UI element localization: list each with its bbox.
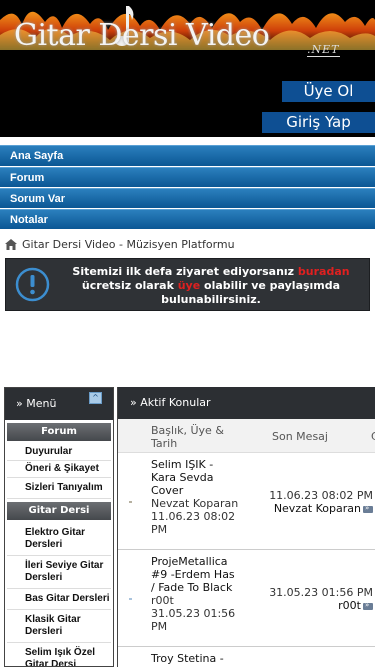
site-header: Gitar Dersi Video .NET Üye Ol Giriş Yap: [0, 0, 375, 137]
sidebar-link-bas-gitar[interactable]: Bas Gitar Dersleri: [7, 589, 111, 610]
sidebar-link-oneri-sikayet[interactable]: Öneri & Şikayet: [7, 461, 111, 478]
column-header-extra[interactable]: C: [371, 430, 375, 443]
topic-row[interactable]: ProjeMetallica #9 -Erdem Has / Fade To B…: [118, 550, 375, 647]
sidebar-section-gitar-dersi: Gitar Dersi: [7, 502, 111, 520]
sidebar-link-duyurular[interactable]: Duyurular: [7, 444, 111, 461]
register-button[interactable]: Üye Ol: [282, 81, 375, 102]
topic-author[interactable]: r00t: [151, 594, 239, 607]
home-icon[interactable]: [5, 238, 17, 250]
go-to-last-icon[interactable]: [363, 599, 373, 612]
sidebar-title: » Menü: [16, 397, 57, 410]
last-post-user[interactable]: Nevzat Koparan: [274, 502, 361, 515]
last-post-date: 11.06.23 08:02 PM: [269, 489, 373, 502]
sidebar-link-selim-isik[interactable]: Selim Işık Özel Gitar Dersi: [7, 643, 111, 666]
alert-icon: [15, 267, 50, 302]
sidebar-link-klasik-gitar[interactable]: Klasik Gitar Dersleri: [7, 610, 111, 643]
topic-info: Troy Stetina -: [151, 652, 239, 665]
site-logo[interactable]: Gitar Dersi Video: [14, 18, 270, 53]
topics-header: » Aktif Konular: [118, 387, 375, 419]
topic-status-icon: [129, 598, 132, 600]
topic-title[interactable]: ProjeMetallica #9 -Erdem Has / Fade To B…: [151, 555, 239, 594]
nav-item-notalar[interactable]: Notalar: [0, 209, 375, 229]
breadcrumb-text[interactable]: Gitar Dersi Video - Müzisyen Platformu: [22, 238, 235, 251]
nav-item-home[interactable]: Ana Sayfa: [0, 145, 375, 166]
column-header-title[interactable]: Başlık, Üye & Tarih: [151, 424, 246, 450]
notice-link-member[interactable]: üye: [178, 279, 200, 292]
nav-item-sorum-var[interactable]: Sorum Var: [0, 188, 375, 208]
sidebar-link-ileri-seviye[interactable]: İleri Seviye Gitar Dersleri: [7, 556, 111, 589]
topic-row[interactable]: Selim IŞIK - Kara Sevda Cover Nevzat Kop…: [118, 453, 375, 550]
breadcrumb: Gitar Dersi Video - Müzisyen Platformu: [5, 237, 235, 251]
topic-title[interactable]: Selim IŞIK - Kara Sevda Cover: [151, 458, 239, 497]
topic-date: 11.06.23 08:02 PM: [151, 510, 236, 536]
site-logo-suffix: .NET: [307, 43, 340, 57]
sidebar-header: » Menü ^: [5, 388, 113, 420]
main-nav: Ana Sayfa Forum Sorum Var Notalar: [0, 145, 375, 230]
topic-title[interactable]: Troy Stetina -: [151, 652, 239, 665]
topic-info: Selim IŞIK - Kara Sevda Cover Nevzat Kop…: [151, 458, 239, 536]
notice-part-1: Sitemizi ilk defa ziyaret ediyorsanız: [72, 265, 298, 278]
topic-last-post: 31.05.23 01:56 PM r00t: [253, 586, 373, 612]
go-to-last-icon[interactable]: [363, 502, 373, 515]
topics-column-headers: Başlık, Üye & Tarih Son Mesaj C: [118, 419, 375, 453]
sidebar-section-forum: Forum: [7, 423, 111, 441]
sidebar-menu: » Menü ^ Forum Duyurular Öneri & Şikayet…: [4, 387, 114, 667]
login-button[interactable]: Giriş Yap: [262, 112, 375, 133]
notice-part-2: ücretsiz olarak: [81, 279, 178, 292]
topic-date: 31.05.23 01:56 PM: [151, 607, 236, 633]
nav-item-forum[interactable]: Forum: [0, 167, 375, 187]
sidebar-link-elektro-gitar[interactable]: Elektro Gitar Dersleri: [7, 523, 111, 556]
topic-last-post: 11.06.23 08:02 PM Nevzat Koparan: [253, 489, 373, 515]
last-post-date: 31.05.23 01:56 PM: [269, 586, 373, 599]
welcome-notice: Sitemizi ilk defa ziyaret ediyorsanız bu…: [5, 258, 370, 311]
topic-status-icon: [129, 501, 132, 503]
column-header-last-post[interactable]: Son Mesaj: [272, 430, 328, 443]
active-topics-panel: » Aktif Konular Başlık, Üye & Tarih Son …: [117, 387, 375, 667]
topic-author[interactable]: Nevzat Koparan: [151, 497, 239, 510]
sidebar-link-sizleri-taniyalim[interactable]: Sizleri Tanıyalım: [7, 478, 111, 499]
topic-info: ProjeMetallica #9 -Erdem Has / Fade To B…: [151, 555, 239, 633]
collapse-icon[interactable]: ^: [89, 392, 102, 404]
topic-row[interactable]: Troy Stetina -: [118, 647, 375, 667]
notice-link-here[interactable]: buradan: [298, 265, 350, 278]
notice-text: Sitemizi ilk defa ziyaret ediyorsanız bu…: [61, 265, 361, 307]
last-post-user[interactable]: r00t: [338, 599, 361, 612]
